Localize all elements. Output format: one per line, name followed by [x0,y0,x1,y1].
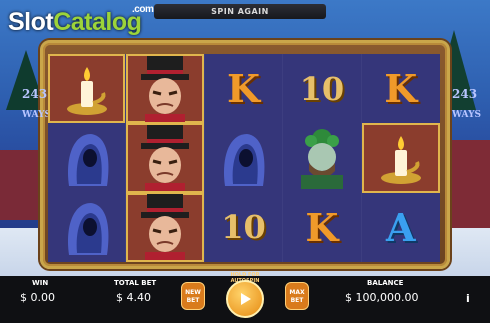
reel-cell [48,123,127,193]
reel-cell: 10 [204,192,284,262]
symbol-k: K [384,66,418,112]
symbol-k: K [305,204,339,250]
logo-text-slot: Slot [8,8,54,36]
reel-cell: 10 [283,54,362,124]
reel-cell [283,123,362,193]
reel-cell [126,123,205,193]
ways-indicator-right: 243 WAYS [452,87,481,121]
max-bet-label: MAX BET [289,289,305,304]
reel-cell [361,123,440,193]
symbol-10: 10 [221,208,266,247]
ways-number: 243 [452,87,478,101]
info-icon[interactable]: i [466,292,470,305]
max-bet-button[interactable]: MAX BET [285,282,309,310]
scrooge-icon [141,55,190,122]
reel-cell: A [361,192,440,262]
reel-cell: K [361,54,440,124]
ways-label: WAYS [22,110,51,120]
cloak-icon [67,203,109,256]
scrooge-icon [141,194,190,261]
play-triangle-icon [241,293,251,305]
symbol-a: A [386,204,416,250]
reel-grid: K 10 K 10 K A [48,54,440,262]
win-value: $ 0.00 [20,291,55,304]
balance-label: BALANCE [367,279,404,287]
reel-cell: K [283,192,362,262]
reel-cell [204,123,284,193]
reel-cell [48,192,127,262]
cloak-icon [224,133,265,186]
ways-label: WAYS [452,110,481,120]
slotcatalog-logo: SlotCatalog .com [8,4,154,37]
candle-icon [66,66,107,115]
logo-text-catalog: Catalog [53,8,142,36]
symbol-k: K [226,66,260,112]
scrooge-icon [141,124,190,191]
ways-number: 243 [22,87,48,101]
reel-cell [126,54,205,124]
total-bet-value: $ 4.40 [116,291,151,304]
spin-button[interactable] [226,280,264,318]
total-bet-label: TOTAL BET [114,279,157,287]
new-bet-button[interactable]: NEW BET [181,282,205,310]
new-bet-label: NEW BET [185,289,201,304]
reel-cell [126,192,205,262]
win-label: WIN [32,279,49,287]
ghost-of-christmas-icon [300,128,343,189]
spin-again-banner: SPIN AGAIN [154,4,326,19]
reel-cell [48,54,127,124]
logo-text-com: .com [132,4,154,15]
balance-value: $ 100,000.00 [345,291,419,304]
candle-icon [380,135,421,184]
reel-cell: K [204,54,284,124]
symbol-10: 10 [299,69,345,108]
house-decoration-right [450,140,490,230]
ways-indicator-left: 243 WAYS [22,87,51,121]
cloak-icon [67,133,109,186]
